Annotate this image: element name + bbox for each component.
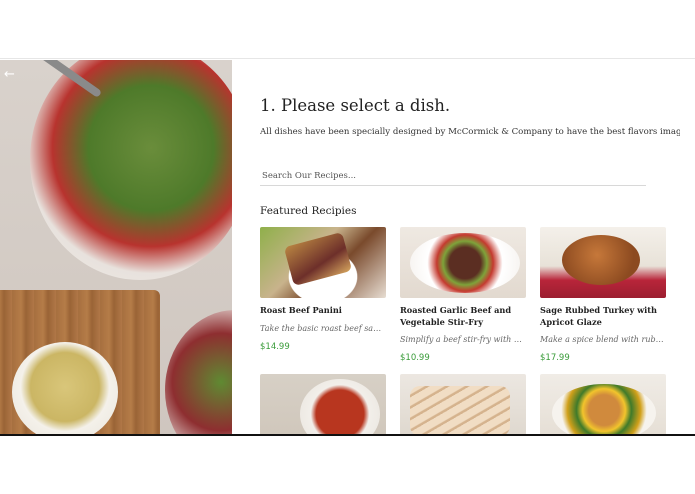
recipe-price: $14.99 [260,342,290,352]
recipe-card[interactable] [400,374,526,434]
recipe-image [540,227,666,298]
recipe-card[interactable]: Roasted Garlic Beef and Vegetable Stir-F… [400,227,526,363]
recipe-price: $17.99 [540,353,570,363]
recipe-name: Sage Rubbed Turkey with Apricot Glaze [540,305,657,327]
recipe-card[interactable] [540,374,666,434]
recipe-selection-panel: 1. Please select a dish. All dishes have… [260,60,680,434]
recipe-image [260,227,386,298]
salad-plate [30,60,232,280]
dressing-bowl [12,342,118,434]
recipe-image [260,374,386,434]
recipe-card[interactable] [260,374,386,434]
recipe-description: Take the basic roast beef sandwich to th… [260,324,386,333]
recipe-card[interactable]: Roast Beef Panini Take the basic roast b… [260,227,386,352]
salad-plate-secondary [165,310,232,434]
recipe-price: $10.99 [400,353,430,363]
recipe-card[interactable]: Sage Rubbed Turkey with Apricot Glaze Ma… [540,227,666,363]
recipe-image [540,374,666,434]
bottom-bar [0,434,695,494]
search-input[interactable] [260,166,646,186]
hero-image: ← [0,60,232,434]
recipe-name: Roast Beef Panini [260,305,342,315]
recipe-description: Simplify a beef stir-fry with Roasted Ga… [400,335,526,344]
page-subtitle: All dishes have been specially designed … [260,127,680,137]
page-title: 1. Please select a dish. [260,96,451,115]
top-bar [0,0,695,59]
arrow-left-icon[interactable]: ← [4,68,18,82]
recipe-image [400,374,526,434]
recipe-name: Roasted Garlic Beef and Vegetable Stir-F… [400,305,512,327]
section-title: Featured Recipies [260,205,357,217]
recipe-image [400,227,526,298]
recipe-description: Make a spice blend with rubbed sage [540,335,666,344]
